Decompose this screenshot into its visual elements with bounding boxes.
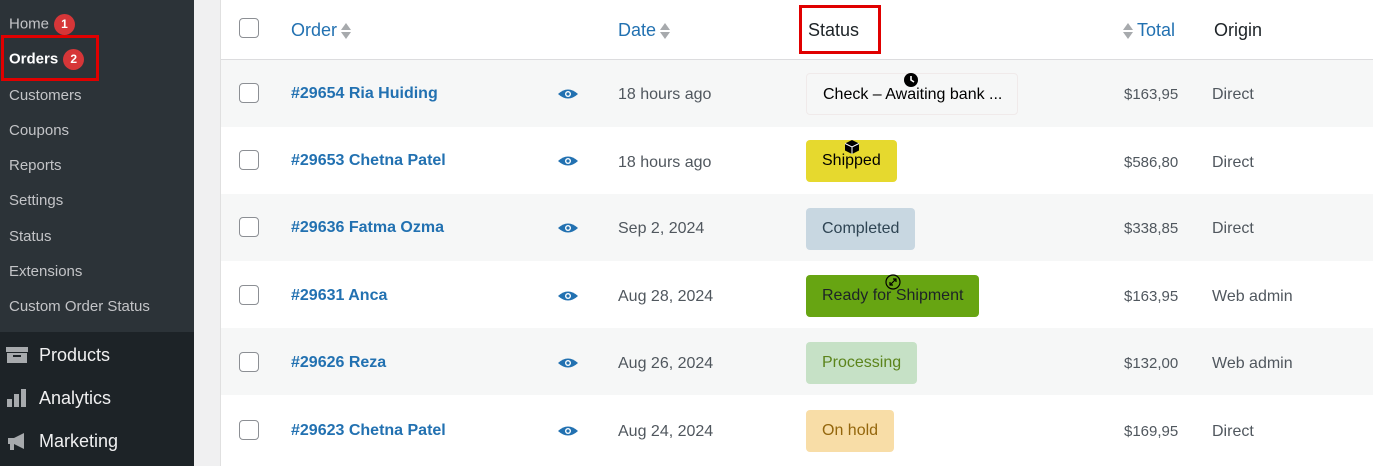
- row-checkbox[interactable]: [239, 83, 259, 103]
- sidebar-item-custom-order-status[interactable]: Custom Order Status: [9, 297, 150, 317]
- order-link[interactable]: #29653 Chetna Patel: [291, 151, 446, 171]
- archive-icon: [6, 347, 28, 363]
- status-pill: On hold: [806, 410, 895, 452]
- sidebar-item-label: Extensions: [9, 263, 83, 280]
- order-link[interactable]: #29623 Chetna Patel: [291, 421, 446, 441]
- column-header-label: Total: [1137, 20, 1176, 40]
- preview-eye-icon[interactable]: [558, 290, 578, 302]
- table-row[interactable]: #29626 Reza Aug 26, 2024 Processing $132…: [221, 328, 1373, 395]
- sidebar-item-customers[interactable]: Customers: [9, 86, 82, 106]
- order-date: 18 hours ago: [618, 154, 712, 171]
- table-header: Order Date Status Total Origin: [221, 0, 1373, 60]
- sort-icon: [660, 22, 671, 40]
- sidebar-item-status[interactable]: Status: [9, 227, 52, 247]
- order-date: Aug 28, 2024: [618, 288, 714, 305]
- order-total: $169,95: [1124, 423, 1179, 440]
- order-total: $132,00: [1124, 355, 1179, 372]
- column-header-total[interactable]: Total: [1123, 19, 1175, 41]
- admin-sidebar: Home 1 Orders 2 Customers Coupons Reports …: [0, 0, 194, 466]
- sort-icon: [341, 22, 352, 40]
- sidebar-item-marketing[interactable]: Marketing: [0, 421, 194, 461]
- orders-table: Order Date Status Total Origin #29654 Ri…: [220, 0, 1373, 466]
- status-label: On hold: [822, 422, 879, 439]
- orders-highlight-box: [1, 35, 99, 81]
- sidebar-item-label: Customers: [9, 87, 82, 104]
- bar-chart-icon: [7, 389, 26, 407]
- sidebar-item-products[interactable]: Products: [0, 335, 194, 375]
- table-row[interactable]: #29631 Anca Aug 28, 2024 Ready for Shipm…: [221, 261, 1373, 328]
- woocommerce-submenu: Home 1 Orders 2 Customers Coupons Reports …: [0, 0, 194, 332]
- order-total: $163,95: [1124, 86, 1179, 103]
- sidebar-item-home[interactable]: Home 1: [9, 14, 76, 35]
- row-checkbox[interactable]: [239, 420, 259, 440]
- order-total: $586,80: [1124, 154, 1179, 171]
- table-row[interactable]: #29653 Chetna Patel 18 hours ago Shipped…: [221, 127, 1373, 194]
- sidebar-item-extensions[interactable]: Extensions: [9, 262, 82, 282]
- table-row[interactable]: #29636 Fatma Ozma Sep 2, 2024 Completed …: [221, 194, 1373, 261]
- annotation-badge-1: 1: [54, 14, 76, 35]
- order-link[interactable]: #29631 Anca: [291, 286, 387, 306]
- order-origin: Web admin: [1212, 288, 1293, 305]
- package-icon: [844, 140, 860, 154]
- row-checkbox[interactable]: [239, 217, 259, 237]
- sidebar-item-label: Reports: [9, 157, 62, 174]
- sidebar-item-label: Custom Order Status: [9, 298, 150, 315]
- order-origin: Direct: [1212, 154, 1254, 171]
- sidebar-item-label: Analytics: [39, 388, 112, 408]
- sidebar-item-analytics[interactable]: Analytics: [0, 378, 194, 418]
- column-header-date[interactable]: Date: [618, 19, 674, 41]
- column-header-label: Order: [291, 20, 338, 40]
- sidebar-item-label: Products: [39, 345, 111, 365]
- preview-eye-icon[interactable]: [558, 357, 578, 369]
- order-total: $163,95: [1124, 288, 1179, 305]
- sidebar-item-settings[interactable]: Settings: [9, 191, 63, 211]
- sidebar-item-label: Home: [9, 15, 50, 33]
- status-label: Completed: [822, 220, 900, 237]
- row-checkbox[interactable]: [239, 150, 259, 170]
- expand-arrows-icon: [885, 274, 901, 290]
- sidebar-item-label: Status: [9, 228, 52, 245]
- order-date: 18 hours ago: [618, 86, 712, 103]
- row-checkbox[interactable]: [239, 285, 259, 305]
- preview-eye-icon[interactable]: [558, 425, 578, 437]
- sidebar-item-reports[interactable]: Reports: [9, 156, 62, 176]
- sidebar-item-label: Marketing: [39, 431, 119, 451]
- order-link[interactable]: #29654 Ria Huiding: [291, 84, 438, 104]
- column-header-origin: Origin: [1214, 20, 1263, 40]
- order-date: Sep 2, 2024: [618, 220, 705, 237]
- preview-eye-icon[interactable]: [558, 222, 578, 234]
- column-header-order[interactable]: Order: [291, 19, 355, 41]
- row-checkbox[interactable]: [239, 352, 259, 372]
- order-total: $338,85: [1124, 220, 1179, 237]
- order-origin: Web admin: [1212, 355, 1293, 372]
- order-date: Aug 26, 2024: [618, 355, 714, 372]
- status-pill: Completed: [806, 208, 916, 250]
- sort-icon: [1123, 22, 1133, 40]
- order-date: Aug 24, 2024: [618, 423, 714, 440]
- clock-icon: [904, 73, 918, 87]
- preview-eye-icon[interactable]: [558, 88, 578, 100]
- sidebar-item-coupons[interactable]: Coupons: [9, 121, 69, 141]
- table-row[interactable]: #29654 Ria Huiding 18 hours ago Check – …: [221, 60, 1373, 127]
- status-label: Check – Awaiting bank ...: [823, 86, 1003, 103]
- status-pill: Processing: [806, 342, 918, 384]
- order-link[interactable]: #29636 Fatma Ozma: [291, 218, 444, 238]
- status-label: Processing: [822, 354, 902, 371]
- order-link[interactable]: #29626 Reza: [291, 353, 386, 373]
- order-origin: Direct: [1212, 220, 1254, 237]
- order-origin: Direct: [1212, 86, 1254, 103]
- status-highlight-box: [799, 5, 881, 54]
- order-origin: Direct: [1212, 423, 1254, 440]
- select-all-checkbox[interactable]: [239, 18, 259, 38]
- table-row[interactable]: #29623 Chetna Patel Aug 24, 2024 On hold…: [221, 396, 1373, 463]
- preview-eye-icon[interactable]: [558, 155, 578, 167]
- sidebar-item-label: Settings: [9, 192, 64, 209]
- column-header-label: Date: [618, 20, 657, 40]
- sidebar-item-label: Coupons: [9, 122, 70, 139]
- megaphone-icon: [8, 433, 24, 450]
